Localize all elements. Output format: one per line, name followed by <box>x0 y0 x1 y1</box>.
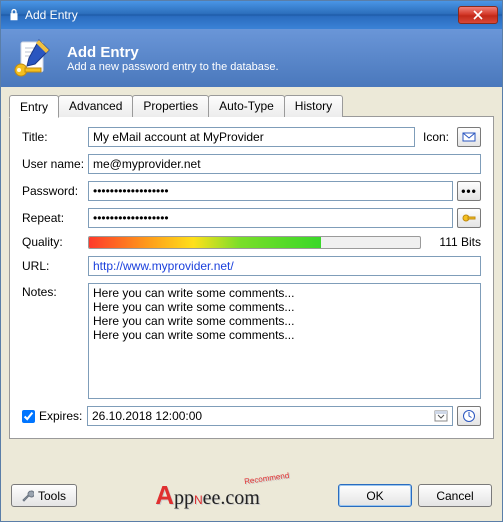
header-title: Add Entry <box>67 44 279 61</box>
tab-properties[interactable]: Properties <box>132 95 209 117</box>
envelope-icon <box>462 131 476 143</box>
ok-button[interactable]: OK <box>338 484 412 507</box>
tools-button[interactable]: Tools <box>11 484 77 507</box>
clock-icon <box>462 409 476 423</box>
tab-history[interactable]: History <box>284 95 343 117</box>
quality-bar <box>88 236 421 249</box>
quality-fill <box>89 237 321 248</box>
generate-password-button[interactable] <box>457 208 481 228</box>
window: Add Entry Add Entry Add a new password e… <box>0 0 503 522</box>
expires-preset-button[interactable] <box>457 406 481 426</box>
repeat-input[interactable] <box>88 208 453 228</box>
expires-datetime-input[interactable]: 26.10.2018 12:00:00 <box>87 406 453 426</box>
tab-advanced[interactable]: Advanced <box>58 95 133 117</box>
username-input[interactable] <box>88 154 481 174</box>
password-label: Password: <box>22 184 88 198</box>
tab-entry[interactable]: Entry <box>9 95 59 118</box>
brand-watermark: AppNee.com Recommend <box>155 480 260 511</box>
url-input[interactable] <box>88 256 481 276</box>
tools-label: Tools <box>38 489 66 503</box>
footer: Tools AppNee.com Recommend OK Cancel <box>1 474 502 521</box>
header-subtitle: Add a new password entry to the database… <box>67 61 279 73</box>
calendar-dropdown-icon <box>434 409 448 423</box>
title-label: Title: <box>22 130 88 144</box>
toggle-password-button[interactable]: ••• <box>457 181 481 201</box>
quality-label: Quality: <box>22 235 88 249</box>
url-label: URL: <box>22 259 88 273</box>
notes-label: Notes: <box>22 283 88 399</box>
cancel-button[interactable]: Cancel <box>418 484 492 507</box>
expires-value: 26.10.2018 12:00:00 <box>92 409 434 423</box>
lock-icon <box>7 8 21 22</box>
expires-checkbox[interactable] <box>22 410 35 423</box>
titlebar: Add Entry <box>1 1 502 29</box>
tab-panel-entry: Title: Icon: User name: Password: ••• R <box>9 116 494 439</box>
quality-text: 111 Bits <box>431 235 481 249</box>
window-title: Add Entry <box>25 8 458 22</box>
username-label: User name: <box>22 157 88 171</box>
icon-label: Icon: <box>423 130 449 144</box>
expires-label: Expires: <box>39 409 87 423</box>
repeat-label: Repeat: <box>22 211 88 225</box>
key-gen-icon <box>462 212 476 224</box>
content-area: Entry Advanced Properties Auto-Type Hist… <box>1 87 502 474</box>
notes-textarea[interactable] <box>88 283 481 399</box>
key-pencil-icon <box>13 36 57 80</box>
title-input[interactable] <box>88 127 415 147</box>
close-button[interactable] <box>458 6 498 24</box>
icon-picker-button[interactable] <box>457 127 481 147</box>
tab-autotype[interactable]: Auto-Type <box>208 95 285 117</box>
tab-strip: Entry Advanced Properties Auto-Type Hist… <box>9 95 494 117</box>
wrench-icon <box>22 490 34 502</box>
password-input[interactable] <box>88 181 453 201</box>
header-text: Add Entry Add a new password entry to th… <box>67 44 279 73</box>
dots-icon: ••• <box>461 184 477 198</box>
dialog-header: Add Entry Add a new password entry to th… <box>1 29 502 87</box>
